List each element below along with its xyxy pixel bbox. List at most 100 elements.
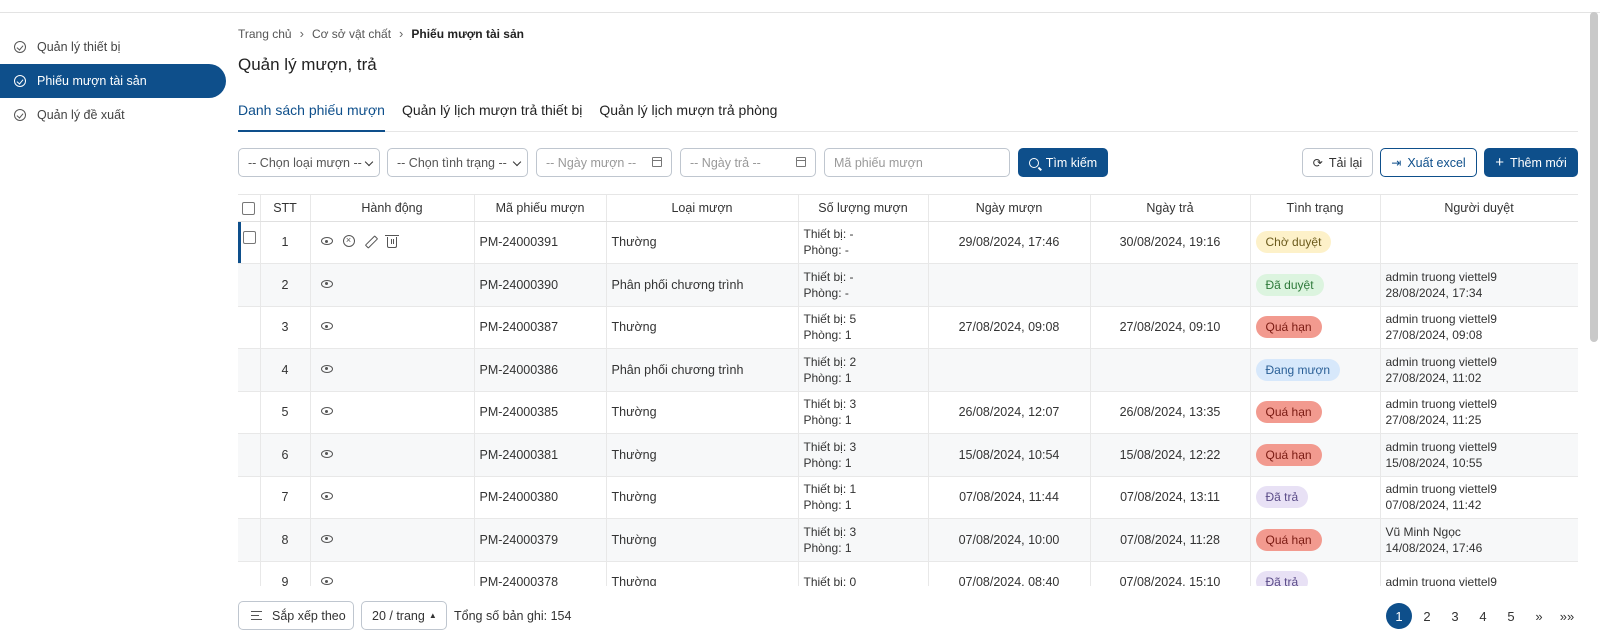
row-select-cell[interactable] [238, 518, 261, 562]
cell-quantity: Thiết bị: 2 Phòng: 1 [798, 348, 929, 392]
page-2[interactable]: 2 [1414, 603, 1440, 629]
room-count: Phòng: 1 [803, 370, 852, 385]
cell-stt: 9 [260, 561, 311, 586]
sort-button-label: Sắp xếp theo [272, 608, 346, 623]
export-icon: ⇥ [1391, 155, 1402, 170]
cell-type: Phân phối chương trình [606, 348, 799, 392]
view-icon[interactable] [320, 407, 333, 416]
table-row[interactable]: 7 PM-24000380 Thường Thiết bị: 1 Phòng: 1 07/… [238, 476, 1578, 519]
reload-button[interactable]: ⟳ Tải lại [1302, 148, 1373, 177]
cell-borrow-date [928, 263, 1091, 307]
tab-bar: Danh sách phiếu mượn Quản lý lịch mượn t… [238, 98, 1578, 132]
view-icon[interactable] [320, 322, 333, 331]
page-3[interactable]: 3 [1442, 603, 1468, 629]
page-4[interactable]: 4 [1470, 603, 1496, 629]
table-row[interactable]: 9 PM-24000378 Thường Thiết bị: 0 07/08/2024,… [238, 561, 1578, 586]
table-row[interactable]: 6 PM-24000381 Thường Thiết bị: 3 Phòng: 1 15/… [238, 433, 1578, 477]
last-page-button[interactable]: »» [1554, 603, 1580, 629]
approver-name: admin truong viettel9 [1385, 354, 1497, 369]
row-select-cell[interactable] [238, 433, 261, 477]
cell-status: Quá hạn [1250, 433, 1381, 477]
header-code: Mã phiếu mượn [474, 195, 607, 222]
select-all-cell[interactable] [238, 195, 261, 222]
tab-room-schedule[interactable]: Quản lý lịch mượn trả phòng [599, 98, 777, 132]
cell-stt: 3 [260, 306, 311, 349]
cell-status: Quá hạn [1250, 518, 1381, 562]
cell-quantity: Thiết bị: - Phòng: - [798, 221, 929, 264]
table-row[interactable]: 3 PM-24000387 Thường Thiết bị: 5 Phòng: 1 27/… [238, 306, 1578, 349]
tab-device-schedule[interactable]: Quản lý lịch mượn trả thiết bị [402, 98, 582, 132]
view-icon[interactable] [320, 492, 333, 501]
loan-code-input[interactable]: Mã phiếu mượn [824, 148, 1010, 177]
next-page-button[interactable]: » [1526, 603, 1552, 629]
check-circle-icon [14, 109, 26, 121]
return-date-picker[interactable]: -- Ngày trả -- [680, 148, 816, 177]
cancel-icon[interactable]: × [342, 235, 355, 248]
filter-bar: -- Chọn loại mượn -- -- Chọn tình trạng … [238, 148, 1578, 178]
row-select-cell[interactable] [238, 306, 261, 349]
cell-approver [1380, 221, 1578, 264]
cell-actions: × [310, 221, 475, 264]
add-new-button[interactable]: + Thêm mới [1484, 148, 1578, 177]
row-checkbox[interactable] [243, 230, 256, 244]
breadcrumb-section[interactable]: Cơ sở vật chất [312, 27, 391, 41]
table-row[interactable]: 8 PM-24000379 Thường Thiết bị: 3 Phòng: 1 07/… [238, 518, 1578, 562]
status-badge: Quá hạn [1255, 316, 1322, 339]
tab-loan-list[interactable]: Danh sách phiếu mượn [238, 98, 385, 132]
borrow-date-picker[interactable]: -- Ngày mượn -- [536, 148, 672, 177]
view-icon[interactable] [320, 534, 333, 543]
status-select[interactable]: -- Chọn tình trạng -- [387, 148, 528, 177]
sidebar-item-equipment[interactable]: Quản lý thiết bị [0, 30, 226, 64]
delete-icon[interactable] [384, 234, 399, 248]
sidebar-item-label: Quản lý đề xuất [37, 108, 125, 122]
cell-borrow-date: 07/08/2024, 08:40 [928, 561, 1091, 586]
table-row[interactable]: 2 PM-24000390 Phân phối chương trình Thiết … [238, 263, 1578, 307]
table-row[interactable]: 5 PM-24000385 Thường Thiết bị: 3 Phòng: 1 26/… [238, 391, 1578, 434]
row-select-cell[interactable] [238, 221, 261, 264]
breadcrumb-home[interactable]: Trang chủ [238, 27, 292, 41]
loan-type-select[interactable]: -- Chọn loại mượn -- [238, 148, 380, 177]
table-row[interactable]: 1 × PM-24000391 Thường Thiết bị: - Phòng: -29… [238, 221, 1578, 264]
sidebar-item-proposals[interactable]: Quản lý đề xuất [0, 98, 226, 132]
device-count: Thiết bị: 5 [803, 312, 857, 327]
row-select-cell[interactable] [238, 348, 261, 392]
page-scrollbar[interactable] [1590, 12, 1598, 342]
view-icon[interactable] [320, 577, 333, 586]
cell-type: Thường [606, 561, 799, 586]
table-row[interactable]: 4 PM-24000386 Phân phối chương trình Thiết … [238, 348, 1578, 392]
cell-code: PM-24000385 [474, 391, 607, 434]
cell-actions [310, 391, 475, 434]
room-count: Phòng: - [803, 285, 849, 300]
approved-at: 14/08/2024, 17:46 [1385, 540, 1483, 555]
status-select-value: -- Chọn tình trạng -- [397, 155, 507, 170]
page-5[interactable]: 5 [1498, 603, 1524, 629]
sidebar-item-asset-loan[interactable]: Phiếu mượn tài sản [0, 64, 226, 98]
row-select-cell[interactable] [238, 561, 261, 586]
approver-name: admin truong viettel9 [1385, 312, 1497, 327]
select-all-checkbox[interactable] [242, 201, 256, 215]
row-select-cell[interactable] [238, 476, 261, 519]
page-size-value: 20 / trang [372, 608, 425, 623]
status-badge: Chờ duyệt [1255, 231, 1332, 254]
header-borrow-date: Ngày mượn [928, 195, 1091, 222]
approver-name: admin truong viettel9 [1385, 482, 1497, 497]
export-excel-button[interactable]: ⇥ Xuất excel [1380, 148, 1477, 177]
view-icon[interactable] [320, 279, 333, 288]
page-1[interactable]: 1 [1386, 603, 1412, 629]
status-badge: Đã trả [1255, 486, 1309, 509]
cell-status: Đã duyệt [1250, 263, 1381, 307]
search-button[interactable]: Tìm kiếm [1018, 148, 1108, 177]
edit-icon[interactable] [365, 235, 377, 247]
cell-stt: 5 [260, 391, 311, 434]
row-select-cell[interactable] [238, 263, 261, 307]
room-count: Phòng: 1 [803, 455, 852, 470]
row-select-cell[interactable] [238, 391, 261, 434]
sort-button[interactable]: Sắp xếp theo [238, 601, 354, 630]
view-icon[interactable] [320, 364, 333, 373]
cell-quantity: Thiết bị: 3 Phòng: 1 [798, 391, 929, 434]
cell-return-date: 07/08/2024, 15:10 [1090, 561, 1251, 586]
view-icon[interactable] [320, 237, 333, 246]
view-icon[interactable] [320, 449, 333, 458]
page-size-select[interactable]: 20 / trang ▲ [361, 601, 447, 630]
approver-name: admin truong viettel9 [1385, 575, 1497, 586]
